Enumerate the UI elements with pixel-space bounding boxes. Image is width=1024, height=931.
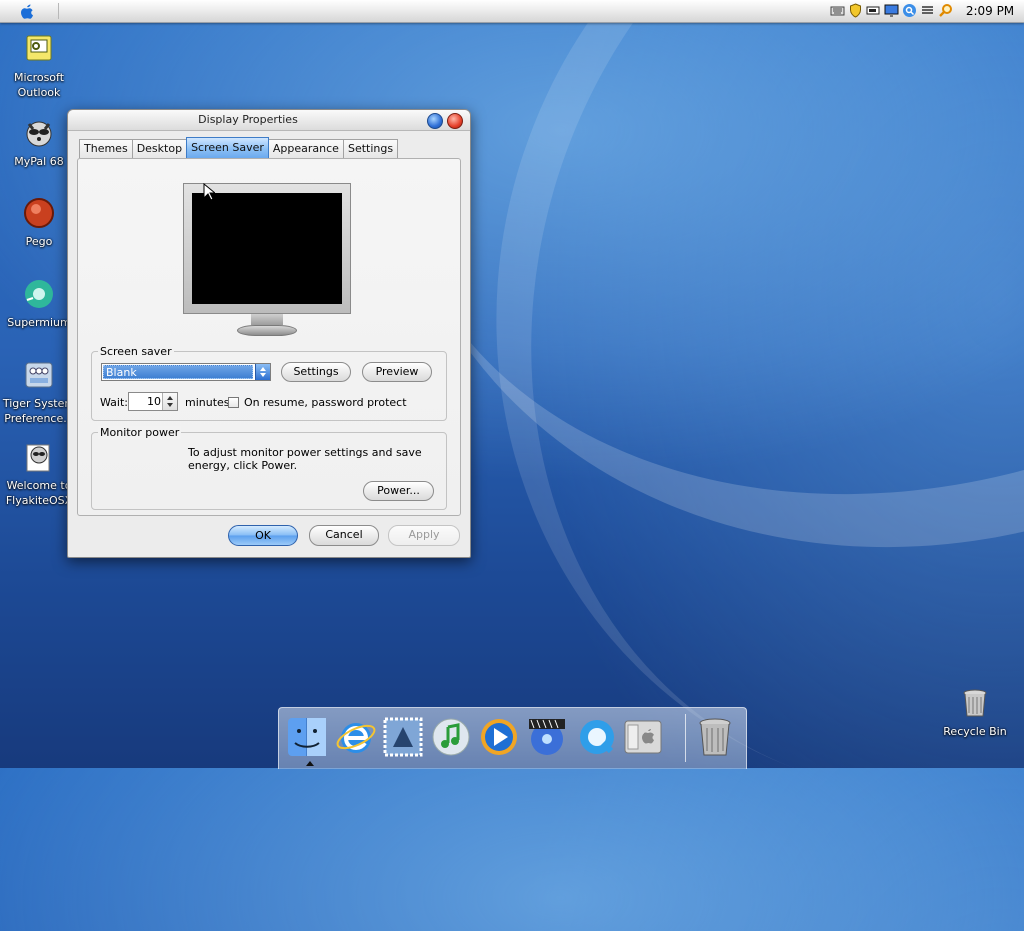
monitor-base xyxy=(237,325,297,336)
internet-explorer-icon[interactable] xyxy=(334,715,378,759)
network-icon[interactable] xyxy=(920,3,935,18)
desktop-icon-mypal[interactable]: MyPal 68 xyxy=(1,117,77,169)
raccoon-icon xyxy=(26,121,52,147)
desktop-icon-label: Microsoft Outlook xyxy=(13,71,65,99)
itunes-icon[interactable] xyxy=(429,715,473,759)
battery-icon[interactable] xyxy=(866,3,881,18)
desktop-icon-label: Recycle Bin xyxy=(943,725,1007,738)
apply-button[interactable]: Apply xyxy=(388,525,460,546)
close-button[interactable] xyxy=(447,113,463,129)
pego-icon xyxy=(24,198,54,228)
tab-settings[interactable]: Settings xyxy=(342,139,399,158)
dock xyxy=(278,707,747,769)
group-label: Screen saver xyxy=(98,345,174,358)
menu-clock[interactable]: 2:09 PM xyxy=(965,4,1015,18)
system-preferences-icon xyxy=(25,362,53,388)
desktop-icon-recycle-bin[interactable]: Recycle Bin xyxy=(937,687,1013,739)
trash-icon xyxy=(963,689,987,717)
desktop-icon-label: MyPal 68 xyxy=(14,155,64,168)
desktop-icon-system-preferences[interactable]: Tiger System Preference... xyxy=(1,359,77,426)
media-player-icon[interactable] xyxy=(477,715,521,759)
wait-label: Wait: xyxy=(100,396,128,409)
system-tray xyxy=(830,3,953,19)
keyboard-icon[interactable] xyxy=(830,3,845,18)
quicktime-icon[interactable] xyxy=(575,715,619,759)
desktop-icon-pego[interactable]: Pego xyxy=(1,197,77,249)
screen-saver-group: Screen saver Blank Settings Preview Wait… xyxy=(91,345,447,421)
dvd-player-icon[interactable] xyxy=(525,715,569,759)
shield-icon[interactable] xyxy=(848,3,863,18)
monitor-icon[interactable] xyxy=(884,3,899,18)
desktop-icon-label: Pego xyxy=(25,235,53,248)
tab-appearance[interactable]: Appearance xyxy=(267,139,344,158)
minutes-label: minutes xyxy=(185,396,230,409)
desktop-icon-label: Tiger System Preference... xyxy=(2,397,76,425)
menu-separator xyxy=(58,3,59,19)
spotlight-icon[interactable] xyxy=(938,3,953,18)
screen-saver-select-value: Blank xyxy=(103,365,253,379)
desktop-icon-label: Supermium xyxy=(7,316,71,329)
tab-desktop[interactable]: Desktop xyxy=(131,139,188,158)
dock-separator xyxy=(685,714,686,762)
wait-minutes-spinner[interactable]: 10 xyxy=(128,392,178,411)
outlook-icon xyxy=(26,35,52,61)
settings-button[interactable]: Settings xyxy=(281,362,351,382)
running-indicator-icon xyxy=(306,761,314,766)
monitor-power-description: To adjust monitor power settings and sav… xyxy=(188,446,422,472)
apple-menu-icon[interactable] xyxy=(16,2,38,20)
monitor-preview xyxy=(183,183,351,339)
cancel-button[interactable]: Cancel xyxy=(309,525,379,546)
window-title: Display Properties xyxy=(198,113,298,126)
group-label: Monitor power xyxy=(98,426,182,439)
preview-button[interactable]: Preview xyxy=(362,362,432,382)
flyakite-icon xyxy=(26,444,50,472)
tab-strip: Themes Desktop Screen Saver Appearance S… xyxy=(79,137,399,159)
password-protect-label[interactable]: On resume, password protect xyxy=(244,396,407,409)
monitor-preview-screen xyxy=(192,193,342,304)
select-arrows-icon xyxy=(255,364,270,380)
display-properties-window: Display Properties Themes Desktop Screen… xyxy=(67,109,471,558)
monitor-frame xyxy=(183,183,351,314)
mouse-cursor-icon xyxy=(203,183,215,201)
monitor-stand xyxy=(251,314,283,325)
wait-minutes-value: 10 xyxy=(147,395,161,408)
minimize-button[interactable] xyxy=(427,113,443,129)
spinner-arrows-icon[interactable] xyxy=(162,393,177,410)
screen-saver-select[interactable]: Blank xyxy=(101,363,271,381)
supermium-icon xyxy=(25,280,53,308)
trash-icon[interactable] xyxy=(693,715,737,759)
menu-bar: 2:09 PM xyxy=(0,0,1024,23)
window-titlebar[interactable]: Display Properties xyxy=(68,110,470,131)
finder-icon[interactable] xyxy=(285,715,329,759)
tab-themes[interactable]: Themes xyxy=(79,139,133,158)
desktop-icon-label: Welcome to FlyakiteOSX xyxy=(5,479,73,507)
tab-screen-saver[interactable]: Screen Saver xyxy=(186,137,269,158)
search-icon[interactable] xyxy=(902,3,917,18)
desktop-icon-welcome[interactable]: Welcome to FlyakiteOSX xyxy=(1,441,77,508)
boot-camp-icon[interactable] xyxy=(621,715,665,759)
desktop-icon-outlook[interactable]: Microsoft Outlook xyxy=(1,33,77,100)
power-button[interactable]: Power... xyxy=(363,481,434,501)
password-protect-checkbox[interactable] xyxy=(228,397,239,408)
mail-icon[interactable] xyxy=(381,715,425,759)
ok-button[interactable]: OK xyxy=(228,525,298,546)
monitor-power-group: Monitor power To adjust monitor power se… xyxy=(91,426,447,510)
desktop-icon-supermium[interactable]: Supermium xyxy=(1,278,77,330)
